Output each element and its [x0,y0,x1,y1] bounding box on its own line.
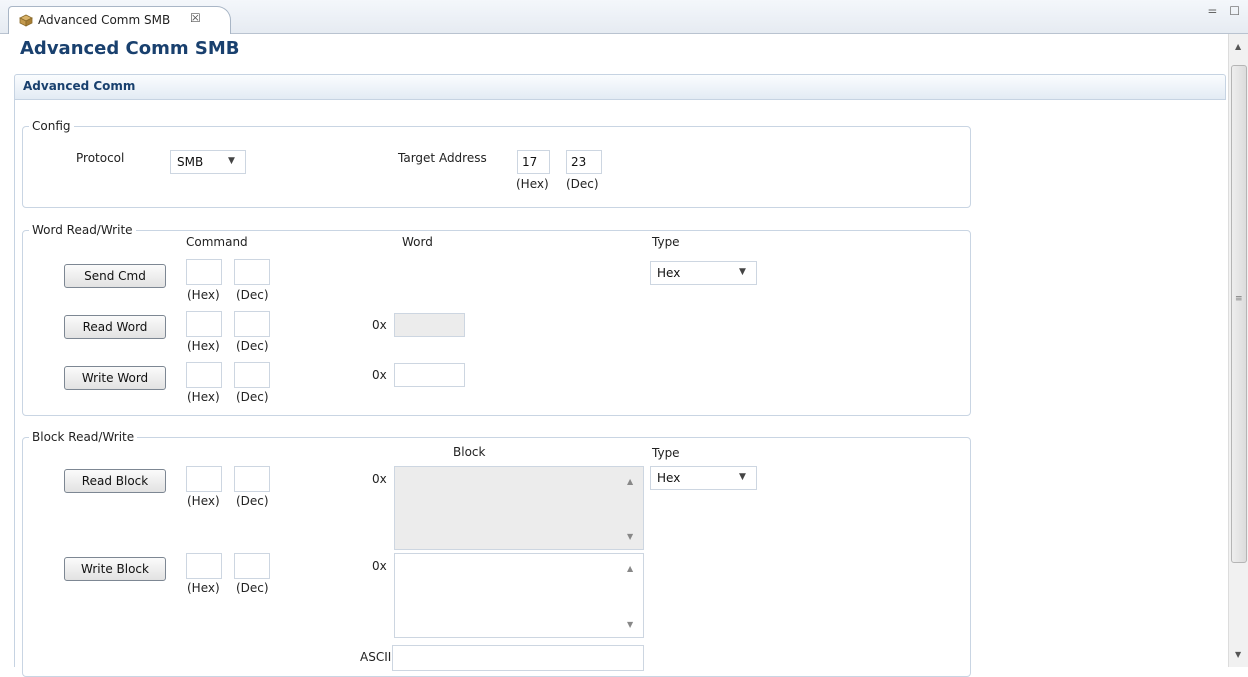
write-block-scrollbar[interactable]: ▲ ▼ [621,554,643,637]
send-cmd-dec-input[interactable] [234,259,270,285]
send-cmd-hex-input[interactable] [186,259,222,285]
type-header: Type [652,446,680,460]
protocol-value: SMB [177,155,204,169]
tab-advanced-comm-smb[interactable]: Advanced Comm SMB ☒ [8,6,231,34]
section-title: Advanced Comm [23,79,136,93]
dec-caption: (Dec) [236,288,269,302]
read-word-dec-input[interactable] [234,311,270,337]
read-block-hex-input[interactable] [186,466,222,492]
word-legend: Word Read/Write [29,223,136,237]
target-address-dec-input[interactable] [566,150,602,174]
read-block-button[interactable]: Read Block [64,469,166,493]
write-block-button[interactable]: Write Block [64,557,166,581]
scroll-up-icon[interactable]: ▲ [1235,42,1241,51]
read-block-dec-input[interactable] [234,466,270,492]
scroll-down-icon[interactable]: ▼ [627,620,633,629]
section-border [14,100,15,667]
read-block-scrollbar[interactable]: ▲ ▼ [621,467,643,549]
chevron-down-icon: ▼ [228,156,235,166]
dec-caption: (Dec) [236,339,269,353]
hex-caption: (Hex) [187,390,220,404]
write-word-button[interactable]: Write Word [64,366,166,390]
write-block-data-area[interactable]: ▲ ▼ [394,553,644,638]
scroll-up-icon[interactable]: ▲ [627,564,633,573]
word-header: Word [402,235,433,249]
hex-prefix: 0x [372,318,387,332]
tab-label: Advanced Comm SMB [38,13,171,27]
scroll-down-icon[interactable]: ▼ [1235,650,1241,659]
dec-caption: (Dec) [236,494,269,508]
write-word-value-input[interactable] [394,363,465,387]
block-type-select[interactable]: Hex ▼ [650,466,757,490]
write-word-hex-input[interactable] [186,362,222,388]
block-type-value: Hex [657,471,681,485]
close-icon[interactable]: ☒ [190,11,201,25]
block-legend: Block Read/Write [29,430,138,444]
hex-caption: (Hex) [187,494,220,508]
config-group [22,126,971,208]
dec-caption: (Dec) [236,390,269,404]
section-header[interactable]: Advanced Comm [14,74,1226,100]
scroll-up-icon[interactable]: ▲ [627,477,633,486]
command-header: Command [186,235,248,249]
word-type-select[interactable]: Hex ▼ [650,261,757,285]
dec-caption: (Dec) [566,177,599,191]
write-block-dec-input[interactable] [234,553,270,579]
block-header: Block [453,445,486,459]
ascii-label: ASCII [360,650,392,664]
read-block-data-area: ▲ ▼ [394,466,644,550]
hex-prefix: 0x [372,368,387,382]
read-word-hex-input[interactable] [186,311,222,337]
page-title: Advanced Comm SMB [20,38,240,59]
vertical-scrollbar[interactable]: ▲ ≡ ▼ [1228,34,1248,667]
write-word-dec-input[interactable] [234,362,270,388]
hex-prefix: 0x [372,559,387,573]
component-icon [19,14,33,27]
read-word-value-field [394,313,465,337]
dec-caption: (Dec) [236,581,269,595]
hex-caption: (Hex) [516,177,549,191]
editor-tab-bar: Advanced Comm SMB ☒ = ☐ [0,0,1248,34]
target-address-hex-input[interactable] [517,150,550,174]
chevron-down-icon: ▼ [739,267,746,277]
protocol-select[interactable]: SMB ▼ [170,150,246,174]
scrollbar-thumb[interactable]: ≡ [1231,65,1247,563]
chevron-down-icon: ▼ [739,472,746,482]
send-cmd-button[interactable]: Send Cmd [64,264,166,288]
target-address-label: Target Address [398,151,487,165]
ascii-input[interactable] [392,645,644,671]
write-block-hex-input[interactable] [186,553,222,579]
hex-caption: (Hex) [187,339,220,353]
read-word-button[interactable]: Read Word [64,315,166,339]
word-type-value: Hex [657,266,681,280]
hex-caption: (Hex) [187,581,220,595]
protocol-label: Protocol [76,151,125,165]
window-controls[interactable]: = ☐ [1207,4,1244,18]
config-legend: Config [29,119,74,133]
hex-caption: (Hex) [187,288,220,302]
type-header: Type [652,235,680,249]
hex-prefix: 0x [372,472,387,486]
grip-icon: ≡ [1235,294,1243,304]
scroll-down-icon[interactable]: ▼ [627,532,633,541]
